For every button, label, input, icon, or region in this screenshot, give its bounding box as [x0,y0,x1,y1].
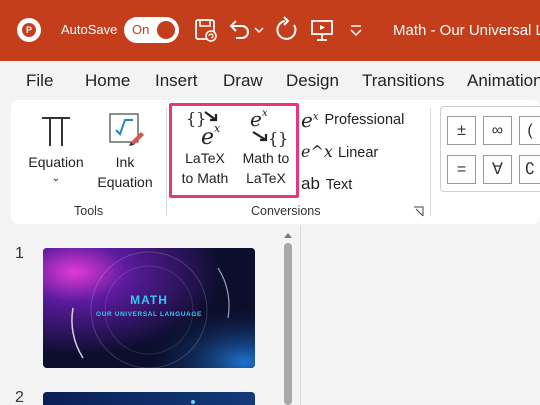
tab-insert[interactable]: Insert [155,71,198,91]
slide-subtitle: OUR UNIVERSAL LANGUAGE [96,311,202,318]
slide-thumbnail-2[interactable] [43,392,255,405]
dialog-launcher-icon[interactable] [413,206,424,217]
customize-qat-icon[interactable] [347,16,365,44]
ink-equation-icon [109,113,144,146]
linear-label: Linear [337,145,379,161]
toggle-knob [157,21,175,39]
professional-label: Professional [324,112,405,128]
slide-thumbnail-1[interactable]: MATH OUR UNIVERSAL LANGUAGE [43,248,255,368]
redo-icon[interactable] [274,16,300,44]
equation-label: Equation [28,154,84,170]
slide-number: 1 [15,245,24,262]
tab-file[interactable]: File [26,71,53,91]
slide-background [43,248,255,368]
slide-panel-scrollbar[interactable] [283,226,293,405]
text-format-button[interactable]: ab Text [301,174,353,194]
math-to-latex-label-1: Math to [242,150,290,166]
group-divider [166,108,167,216]
equation-button[interactable]: Equation ⌄ [24,110,88,192]
title-bar: P AutoSave On Math - Our Universal L [0,0,540,61]
tab-transitions[interactable]: Transitions [362,71,445,91]
undo-dropdown-icon[interactable] [253,16,265,44]
symbol-partial[interactable]: ∁ [519,155,540,184]
autosave-label: AutoSave [61,22,118,37]
svg-text:{}: {} [268,129,288,148]
scroll-thumb[interactable] [284,243,292,405]
symbol-partial[interactable]: ( [519,116,540,145]
math-to-latex-icon: e x {} [250,107,288,148]
slide-title: MATH [130,293,168,307]
svg-text:e: e [250,107,262,131]
tab-draw[interactable]: Draw [223,71,263,91]
professional-icon: ex [301,108,319,132]
slide-background [43,392,255,405]
chevron-down-icon: ⌄ [51,173,61,184]
symbol-plus-minus[interactable]: ± [447,116,476,145]
latex-to-math-label-1: LaTeX [185,150,225,166]
math-to-latex-label-2: LaTeX [246,170,286,186]
ink-label-1: Ink [115,154,135,170]
autosave-state: On [132,22,150,37]
svg-text:x: x [214,122,221,135]
svg-text:x: x [262,108,268,119]
latex-to-math-button[interactable]: {} e x LaTeX to Math [174,106,236,194]
symbol-for-all[interactable]: ∀ [483,155,512,184]
linear-icon: e^x [301,142,333,161]
tab-home[interactable]: Home [85,71,130,91]
ink-equation-button[interactable]: Ink Equation [93,110,157,192]
tools-group-label: Tools [74,204,104,218]
conversions-group-label: Conversions [251,204,321,218]
ribbon: Equation ⌄ Ink Equation Tools {} e x LaT… [11,100,540,224]
save-icon[interactable] [193,16,219,44]
tab-animations[interactable]: Animation [467,71,540,91]
powerpoint-logo-icon: P [17,18,41,42]
professional-format-button[interactable]: ex Professional [301,108,405,132]
tab-design[interactable]: Design [286,71,339,91]
text-format-icon: ab [301,174,320,193]
menu-bar: File Home Insert Draw Design Transitions… [0,61,540,100]
linear-format-button[interactable]: e^x Linear [301,142,379,161]
latex-to-math-label-2: to Math [181,170,229,186]
undo-icon[interactable] [227,16,253,44]
autosave-toggle[interactable]: On [124,17,179,43]
present-icon[interactable] [309,16,335,44]
slide-number: 2 [15,389,24,405]
document-title: Math - Our Universal L [393,22,540,39]
scroll-up-icon[interactable] [283,230,293,240]
symbol-infinity[interactable]: ∞ [483,116,512,145]
pi-icon [42,117,70,146]
group-divider [430,108,431,216]
symbol-equals[interactable]: = [447,155,476,184]
svg-text:e: e [201,125,214,148]
ink-label-2: Equation [97,174,153,190]
math-to-latex-button[interactable]: e x {} Math to LaTeX [235,106,297,194]
text-label: Text [325,177,353,193]
latex-to-math-icon: {} e x [186,109,221,148]
slide-editor-area[interactable] [301,226,540,405]
